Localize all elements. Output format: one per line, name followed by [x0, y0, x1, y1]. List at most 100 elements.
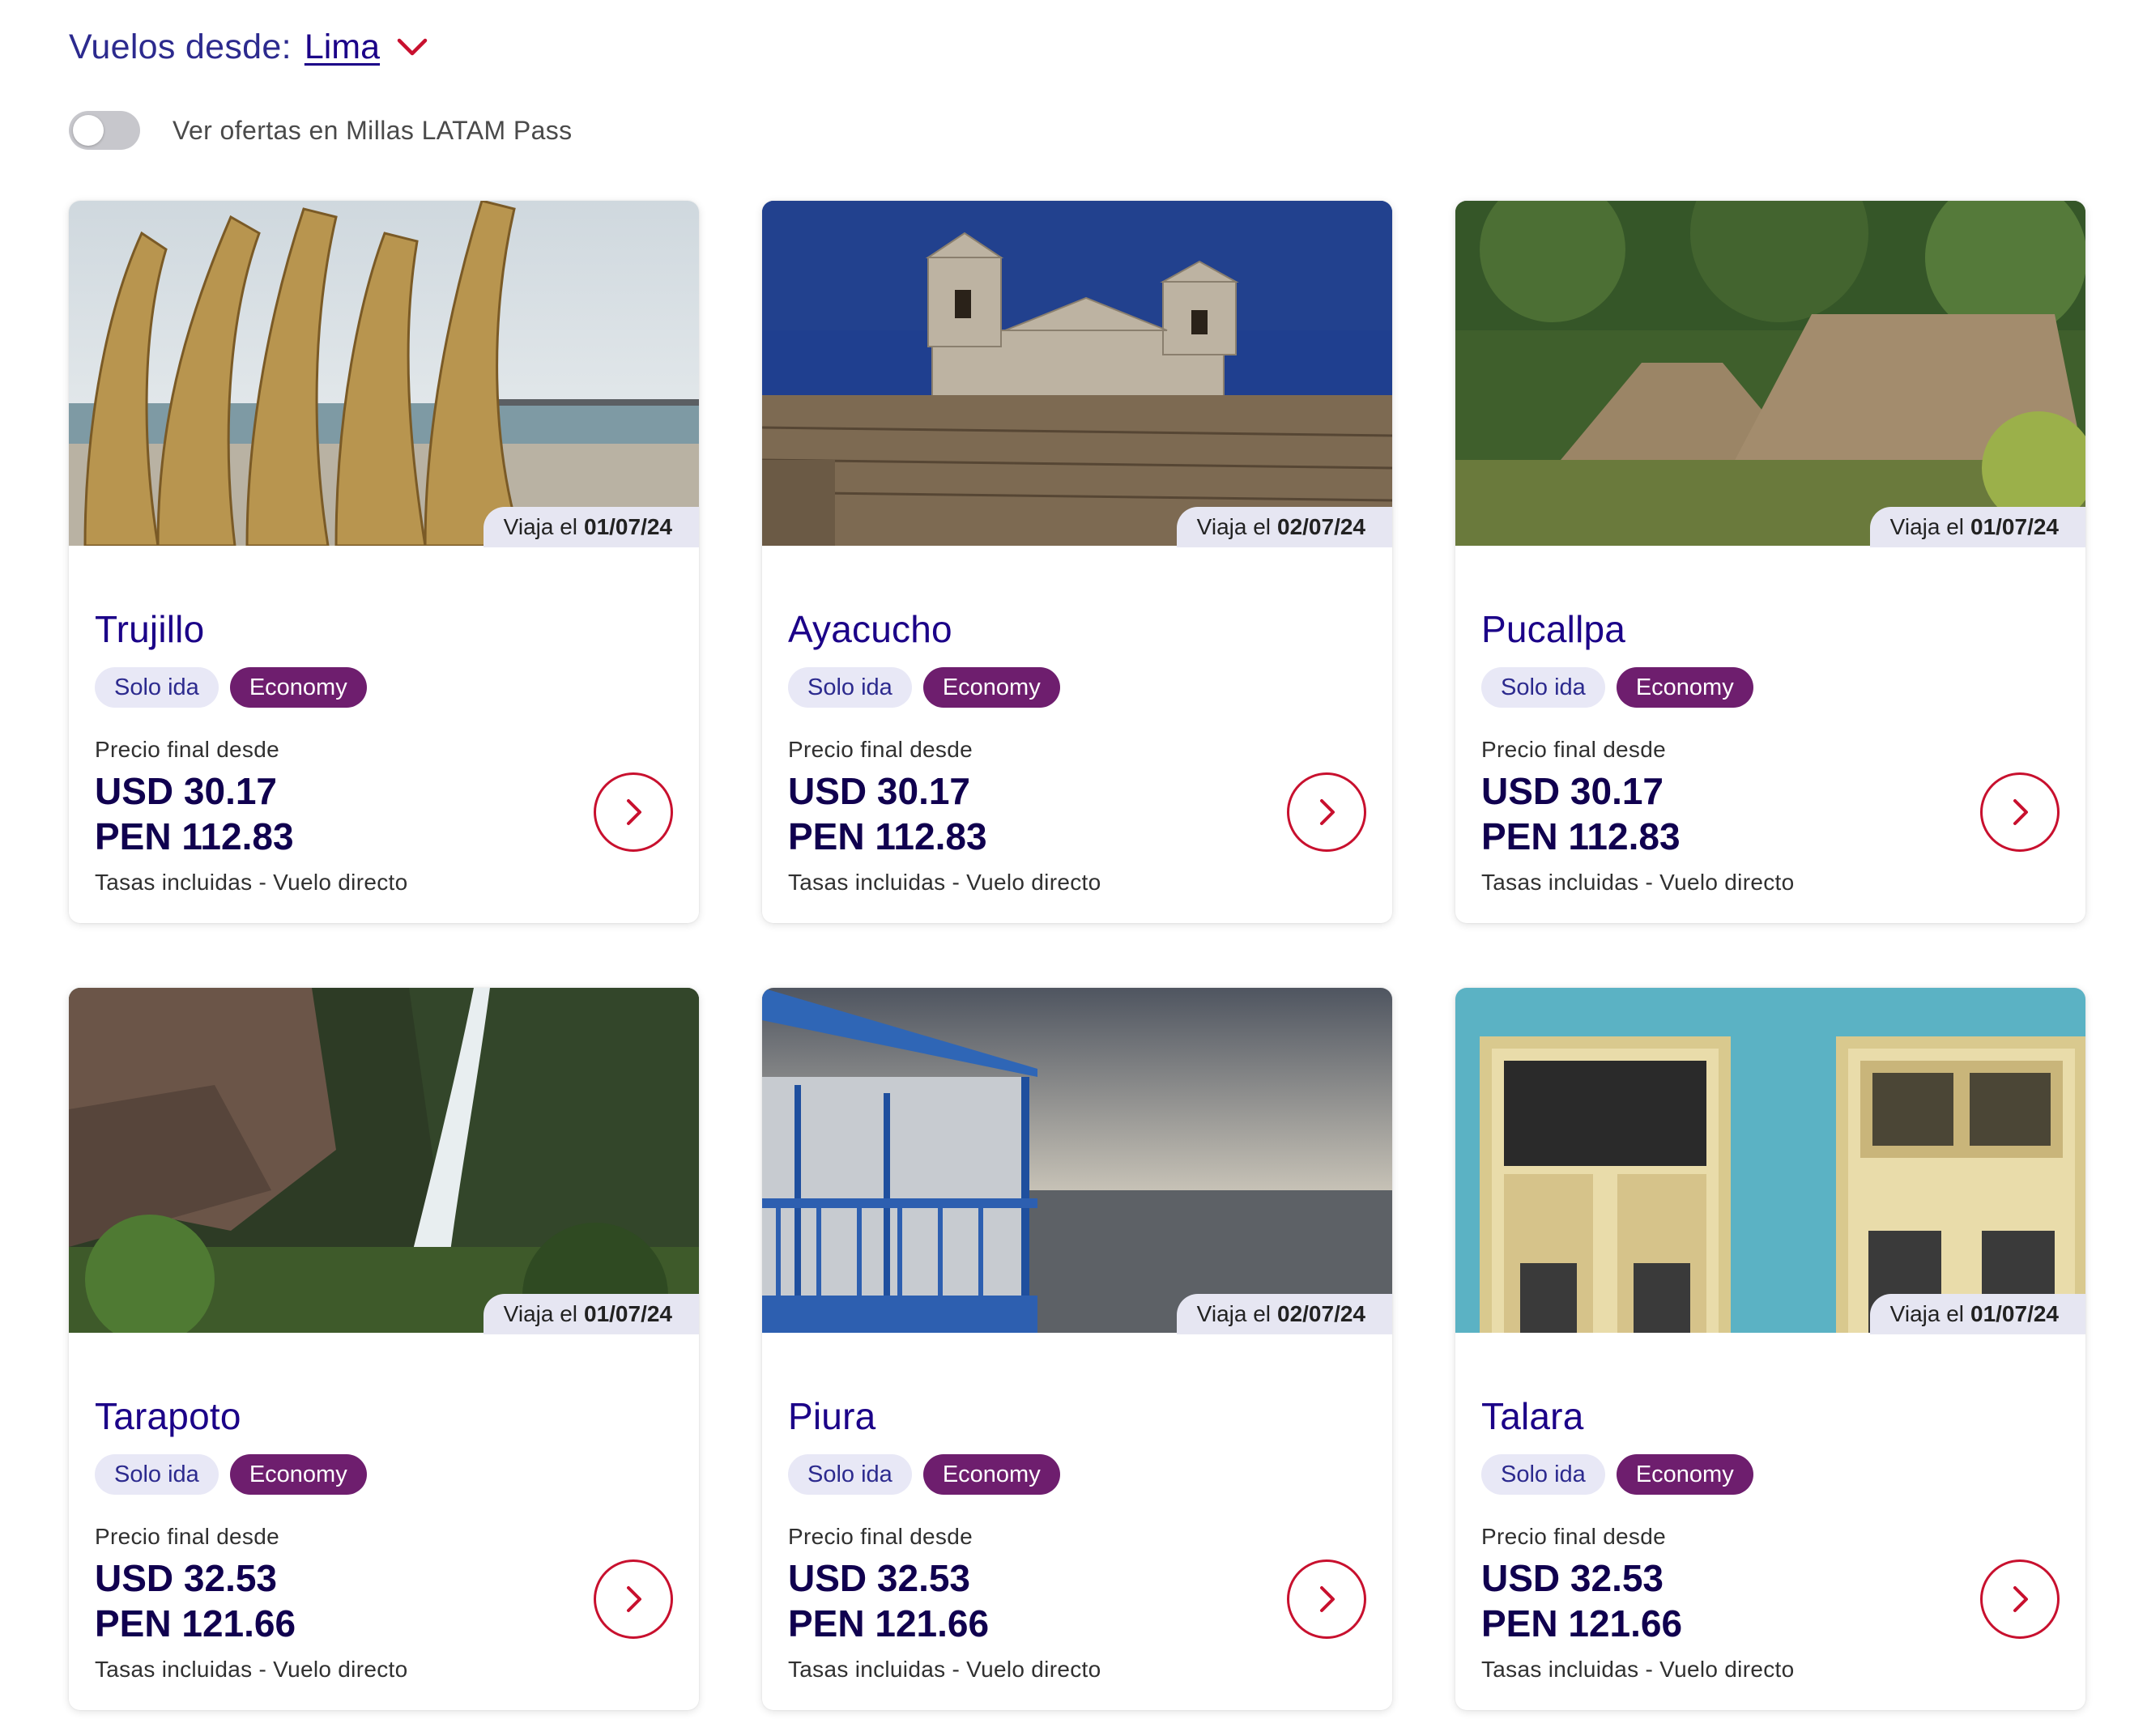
trip-type-tag: Solo ida	[1481, 667, 1605, 708]
travel-date-prefix: Viaja el	[1196, 1301, 1271, 1326]
offer-card[interactable]: Viaja el 01/07/24 Talara Solo ida Economy…	[1455, 988, 2085, 1710]
trip-type-tag: Solo ida	[1481, 1454, 1605, 1495]
price-caption: Precio final desde	[95, 1524, 279, 1549]
view-offer-button[interactable]	[1980, 1559, 2060, 1639]
travel-date-badge: Viaja el 01/07/24	[483, 507, 699, 547]
trip-type-tag: Solo ida	[788, 667, 912, 708]
origin-selector: Vuelos desde: Lima	[69, 23, 430, 71]
destination-image	[762, 201, 1392, 546]
destination-city: Trujillo	[95, 608, 205, 650]
card-body: Trujillo Solo ida Economy Precio final d…	[69, 546, 699, 923]
origin-city-link[interactable]: Lima	[305, 28, 380, 67]
price-footnote: Tasas incluidas - Vuelo directo	[1481, 1657, 1795, 1682]
cabin-tag: Economy	[229, 667, 367, 708]
trip-type-tag: Solo ida	[95, 1454, 219, 1495]
view-offer-button[interactable]	[1980, 772, 2060, 852]
price-pen: PEN 112.83	[1481, 815, 1681, 857]
travel-date-value: 01/07/24	[584, 514, 672, 539]
card-body: Tarapoto Solo ida Economy Precio final d…	[69, 1333, 699, 1710]
destination-city: Talara	[1481, 1395, 1584, 1437]
price-footnote: Tasas incluidas - Vuelo directo	[95, 870, 408, 895]
price-caption: Precio final desde	[788, 1524, 973, 1549]
destination-city: Ayacucho	[788, 608, 952, 650]
trip-type-tag: Solo ida	[95, 667, 219, 708]
view-offer-button[interactable]	[1287, 1559, 1366, 1639]
card-body: Ayacucho Solo ida Economy Precio final d…	[762, 546, 1392, 923]
price-footnote: Tasas incluidas - Vuelo directo	[788, 1657, 1101, 1682]
travel-date-value: 01/07/24	[584, 1301, 672, 1326]
travel-date-badge: Viaja el 01/07/24	[1869, 507, 2085, 547]
price-pen: PEN 121.66	[95, 1602, 296, 1645]
destination-city: Tarapoto	[95, 1395, 241, 1437]
offer-card[interactable]: Viaja el 02/07/24 Ayacucho Solo ida Econo…	[762, 201, 1392, 923]
chevron-right-icon	[627, 799, 641, 825]
destination-image	[1455, 988, 2085, 1333]
price-footnote: Tasas incluidas - Vuelo directo	[1481, 870, 1795, 895]
destination-city: Pucallpa	[1481, 608, 1626, 650]
travel-date-badge: Viaja el 01/07/24	[483, 1294, 699, 1334]
offers-grid: Viaja el 01/07/24 Trujillo Solo ida Econo…	[69, 201, 2085, 1710]
offer-card[interactable]: Viaja el 01/07/24 Pucallpa Solo ida Econo…	[1455, 201, 2085, 923]
offer-card[interactable]: Viaja el 01/07/24 Trujillo Solo ida Econo…	[69, 201, 699, 923]
price-footnote: Tasas incluidas - Vuelo directo	[788, 870, 1101, 895]
price-footnote: Tasas incluidas - Vuelo directo	[95, 1657, 408, 1682]
destination-city: Piura	[788, 1395, 876, 1437]
offer-card[interactable]: Viaja el 02/07/24 Piura Solo ida Economy …	[762, 988, 1392, 1710]
card-body: Talara Solo ida Economy Precio final des…	[1455, 1333, 2085, 1710]
destination-image	[762, 988, 1392, 1333]
cabin-tag: Economy	[1616, 1454, 1753, 1495]
price-pen: PEN 121.66	[788, 1602, 990, 1645]
chevron-right-icon	[2013, 799, 2028, 825]
travel-date-prefix: Viaja el	[503, 1301, 577, 1326]
card-body: Piura Solo ida Economy Precio final desd…	[762, 1333, 1392, 1710]
travel-date-value: 02/07/24	[1277, 514, 1365, 539]
price-caption: Precio final desde	[1481, 1524, 1666, 1549]
fare-tags: Solo ida Economy	[788, 1454, 1071, 1495]
miles-toggle-row: Ver ofertas en Millas LATAM Pass	[69, 109, 573, 151]
destination-image	[69, 201, 699, 546]
chevron-right-icon	[2013, 1586, 2028, 1612]
price-caption: Precio final desde	[788, 737, 973, 762]
price-pen: PEN 121.66	[1481, 1602, 1683, 1645]
miles-toggle[interactable]	[69, 111, 140, 150]
fare-tags: Solo ida Economy	[788, 667, 1071, 708]
view-offer-button[interactable]	[594, 1559, 673, 1639]
fare-tags: Solo ida Economy	[1481, 667, 1765, 708]
travel-date-badge: Viaja el 02/07/24	[1176, 1294, 1392, 1334]
miles-toggle-label: Ver ofertas en Millas LATAM Pass	[173, 115, 573, 145]
price-usd: USD 32.53	[788, 1557, 971, 1599]
destination-image	[1455, 201, 2085, 546]
travel-date-prefix: Viaja el	[1889, 1301, 1964, 1326]
travel-date-value: 01/07/24	[1970, 1301, 2059, 1326]
price-caption: Precio final desde	[95, 737, 279, 762]
origin-label: Vuelos desde:	[69, 27, 292, 66]
travel-date-value: 01/07/24	[1970, 514, 2059, 539]
offer-card[interactable]: Viaja el 01/07/24 Tarapoto Solo ida Econo…	[69, 988, 699, 1710]
price-usd: USD 30.17	[1481, 770, 1664, 812]
price-pen: PEN 112.83	[788, 815, 987, 857]
price-caption: Precio final desde	[1481, 737, 1666, 762]
cabin-tag: Economy	[922, 667, 1060, 708]
trip-type-tag: Solo ida	[788, 1454, 912, 1495]
travel-date-badge: Viaja el 01/07/24	[1869, 1294, 2085, 1334]
chevron-right-icon	[1320, 799, 1335, 825]
cabin-tag: Economy	[229, 1454, 367, 1495]
cabin-tag: Economy	[922, 1454, 1060, 1495]
chevron-right-icon	[627, 1586, 641, 1612]
price-pen: PEN 112.83	[95, 815, 294, 857]
card-body: Pucallpa Solo ida Economy Precio final d…	[1455, 546, 2085, 923]
travel-date-prefix: Viaja el	[1196, 514, 1271, 539]
chevron-down-icon[interactable]	[394, 29, 430, 65]
travel-date-value: 02/07/24	[1277, 1301, 1365, 1326]
travel-date-prefix: Viaja el	[1889, 514, 1964, 539]
fare-tags: Solo ida Economy	[95, 667, 378, 708]
chevron-right-icon	[1320, 1586, 1335, 1612]
price-usd: USD 32.53	[95, 1557, 278, 1599]
price-usd: USD 30.17	[788, 770, 971, 812]
travel-date-badge: Viaja el 02/07/24	[1176, 507, 1392, 547]
fare-tags: Solo ida Economy	[95, 1454, 378, 1495]
price-usd: USD 32.53	[1481, 1557, 1664, 1599]
view-offer-button[interactable]	[594, 772, 673, 852]
view-offer-button[interactable]	[1287, 772, 1366, 852]
destination-image	[69, 988, 699, 1333]
